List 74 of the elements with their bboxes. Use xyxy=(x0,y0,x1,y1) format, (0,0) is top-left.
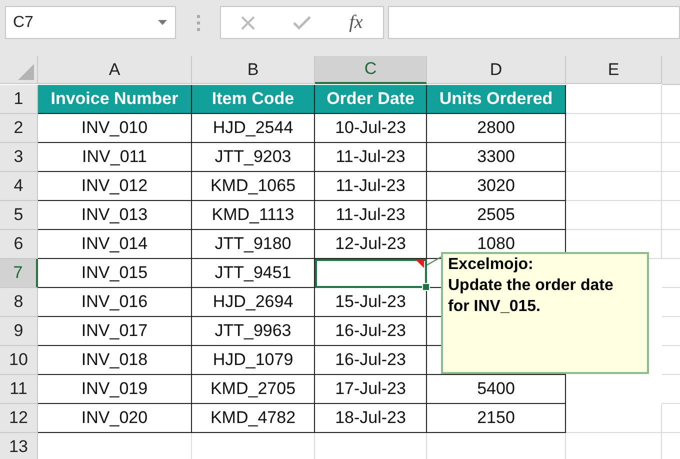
table-cell: KMD_4782 xyxy=(192,404,315,433)
table-cell: KMD_1113 xyxy=(192,201,315,230)
row-header[interactable]: 7 xyxy=(0,259,38,288)
table-cell: 3020 xyxy=(427,172,566,201)
cancel-icon[interactable] xyxy=(240,14,256,30)
table-cell: 11-Jul-23 xyxy=(315,143,427,172)
row-header[interactable]: 11 xyxy=(0,375,38,404)
table-cell: INV_015 xyxy=(38,259,192,288)
select-all-icon[interactable] xyxy=(18,64,34,80)
table-cell: HJD_2544 xyxy=(192,114,315,143)
column-header[interactable]: B xyxy=(192,56,315,84)
row-header[interactable]: 12 xyxy=(0,404,38,433)
table-cell: 2505 xyxy=(427,201,566,230)
column-header[interactable]: D xyxy=(427,56,566,84)
table-cell: INV_013 xyxy=(38,201,192,230)
table-cell: JTT_9963 xyxy=(192,317,315,346)
comment-indicator-icon xyxy=(416,260,424,268)
table-cell: INV_017 xyxy=(38,317,192,346)
row-header[interactable]: 6 xyxy=(0,230,38,259)
row-header[interactable]: 4 xyxy=(0,172,38,201)
table-cell: 17-Jul-23 xyxy=(315,375,427,404)
table-cell: 18-Jul-23 xyxy=(315,404,427,433)
table-cell: 11-Jul-23 xyxy=(315,172,427,201)
formula-field[interactable] xyxy=(388,6,680,39)
row-header[interactable]: 8 xyxy=(0,288,38,317)
table-cell: 16-Jul-23 xyxy=(315,317,427,346)
column-title: Item Code xyxy=(192,85,315,114)
table-cell: 2800 xyxy=(427,114,566,143)
cell-reference: C7 xyxy=(13,14,34,32)
column-header[interactable]: A xyxy=(38,56,192,84)
leader-line xyxy=(425,256,443,266)
table-cell: 12-Jul-23 xyxy=(315,230,427,259)
comment-text: Update the order date for INV_015. xyxy=(448,276,614,317)
table-cell: JTT_9203 xyxy=(192,143,315,172)
row-header[interactable]: 13 xyxy=(0,433,38,459)
column-header[interactable]: E xyxy=(566,56,662,84)
row-header[interactable]: 5 xyxy=(0,201,38,230)
grip-icon xyxy=(196,14,200,30)
name-box[interactable]: C7 xyxy=(5,6,176,39)
table-cell: INV_020 xyxy=(38,404,192,433)
column-header[interactable]: C xyxy=(315,56,427,84)
fill-handle[interactable] xyxy=(422,283,430,291)
table-cell: KMD_2705 xyxy=(192,375,315,404)
check-icon[interactable] xyxy=(293,16,311,30)
table-cell: INV_019 xyxy=(38,375,192,404)
table-cell: INV_014 xyxy=(38,230,192,259)
row-header[interactable]: 1 xyxy=(0,85,38,114)
table-cell: 3300 xyxy=(427,143,566,172)
row-header[interactable]: 3 xyxy=(0,143,38,172)
table-cell: INV_018 xyxy=(38,346,192,375)
table-cell: INV_012 xyxy=(38,172,192,201)
table-cell: 10-Jul-23 xyxy=(315,114,427,143)
table-cell: 11-Jul-23 xyxy=(315,201,427,230)
table-cell: 15-Jul-23 xyxy=(315,288,427,317)
table-cell: 2150 xyxy=(427,404,566,433)
table-cell: INV_011 xyxy=(38,143,192,172)
column-header[interactable] xyxy=(662,56,680,85)
table-cell: 16-Jul-23 xyxy=(315,346,427,375)
table-cell: HJD_2694 xyxy=(192,288,315,317)
table-cell: KMD_1065 xyxy=(192,172,315,201)
table-cell: JTT_9451 xyxy=(192,259,315,288)
column-title: Invoice Number xyxy=(38,85,192,114)
dropdown-icon[interactable] xyxy=(158,20,167,25)
row-header[interactable]: 10 xyxy=(0,346,38,375)
table-cell: INV_010 xyxy=(38,114,192,143)
column-title: Order Date xyxy=(315,85,427,114)
insert-function-button[interactable]: fx xyxy=(341,8,371,36)
row-header[interactable]: 9 xyxy=(0,317,38,346)
table-cell: 5400 xyxy=(427,375,566,404)
row-header[interactable]: 2 xyxy=(0,114,38,143)
table-cell: JTT_9180 xyxy=(192,230,315,259)
column-title: Units Ordered xyxy=(427,85,566,114)
table-cell: INV_016 xyxy=(38,288,192,317)
table-cell: HJD_1079 xyxy=(192,346,315,375)
